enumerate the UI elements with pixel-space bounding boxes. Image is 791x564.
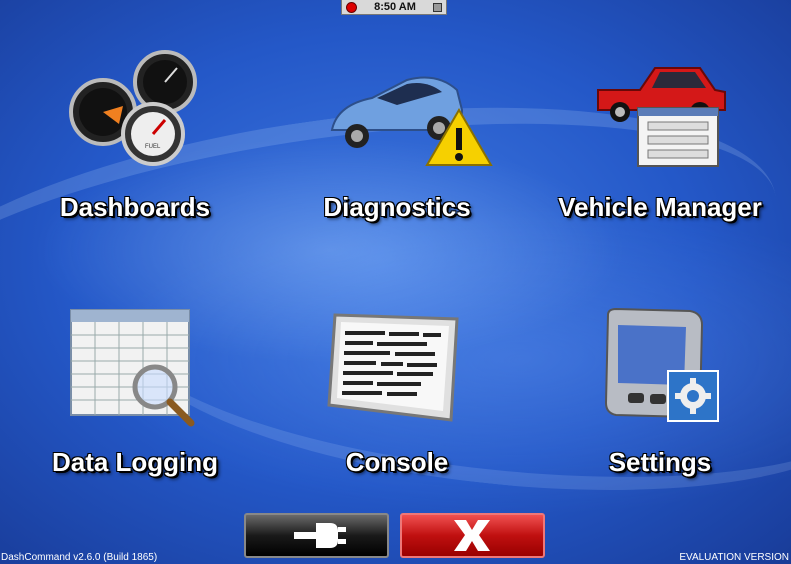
car-warning-icon: [277, 50, 517, 180]
record-indicator-icon[interactable]: [346, 1, 357, 13]
clock: 8:50 AM: [374, 1, 416, 13]
tile-data-logging[interactable]: Data Logging: [15, 305, 255, 505]
device-gear-icon: [540, 305, 780, 435]
tile-label: Diagnostics: [323, 192, 471, 222]
plug-icon: [294, 523, 346, 548]
tile-label: Console: [345, 447, 449, 477]
tile-label: Settings: [608, 447, 712, 477]
version-text: DashCommand v2.6.0 (Build 1865): [1, 552, 158, 563]
status-bar: 8:50 AM: [341, 0, 447, 15]
connect-button[interactable]: [244, 513, 389, 558]
close-x-icon: [454, 520, 490, 551]
tile-label: Dashboards: [59, 192, 211, 222]
tile-label: Data Logging: [51, 447, 219, 477]
tile-vehicle-manager[interactable]: Vehicle Manager: [540, 50, 780, 250]
exit-button[interactable]: [400, 513, 545, 558]
gauges-icon: FUEL: [15, 50, 255, 180]
tile-settings[interactable]: Settings: [540, 305, 780, 505]
truck-list-icon: [540, 50, 780, 180]
minimize-icon[interactable]: [433, 2, 442, 12]
table-magnifier-icon: [15, 305, 255, 435]
edition-text: EVALUATION VERSION: [679, 552, 789, 563]
console-screen-icon: [277, 305, 517, 435]
tile-dashboards[interactable]: FUEL Dashboards: [15, 50, 255, 250]
svg-text:FUEL: FUEL: [145, 144, 161, 150]
tile-console[interactable]: Console: [277, 305, 517, 505]
tile-diagnostics[interactable]: Diagnostics: [277, 50, 517, 250]
tile-label: Vehicle Manager: [558, 192, 762, 222]
